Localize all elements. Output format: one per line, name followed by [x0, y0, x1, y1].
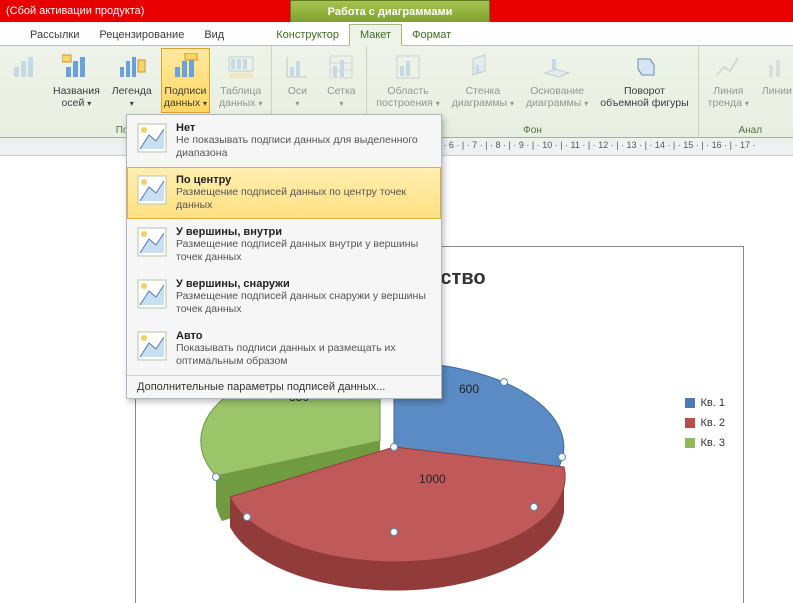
- axes-label: Оси▾: [288, 85, 307, 110]
- plot-area-icon: [392, 51, 424, 83]
- legend-label: Легенда▾: [112, 85, 152, 110]
- rotation-3d-icon: [628, 51, 660, 83]
- data-label-red[interactable]: 1000: [419, 472, 446, 486]
- data-table-button[interactable]: Таблица данных ▾: [216, 48, 265, 113]
- ribbon-group-analysis-name: Анал: [699, 125, 793, 136]
- legend-item[interactable]: Кв. 3: [685, 437, 725, 449]
- chart-option-icon: [136, 174, 168, 206]
- data-labels-dropdown: НетНе показывать подписи данных для выде…: [126, 114, 442, 399]
- chart-tools-header: Работа с диаграммами: [290, 0, 490, 22]
- data-table-icon: [225, 51, 257, 83]
- tab-format[interactable]: Формат: [402, 25, 461, 45]
- chart-wall-icon: [467, 51, 499, 83]
- legend-item[interactable]: Кв. 1: [685, 397, 725, 409]
- legend-icon: [116, 51, 148, 83]
- lines-icon: [761, 51, 793, 83]
- axes-button[interactable]: Оси▾: [278, 48, 316, 113]
- dropdown-more-options[interactable]: Дополнительные параметры подписей данных…: [127, 375, 441, 398]
- rotation-3d-label: Поворот объемной фигуры: [600, 85, 688, 109]
- insert-placeholder-button[interactable]: [6, 48, 44, 113]
- axes-icon: [281, 51, 313, 83]
- data-label-blue[interactable]: 600: [459, 382, 479, 396]
- gridlines-button[interactable]: Сетка▾: [322, 48, 360, 113]
- tab-layout[interactable]: Макет: [349, 24, 402, 46]
- plot-area-label: Область построения ▾: [376, 85, 439, 110]
- chart-floor-button[interactable]: Основание диаграммы ▾: [523, 48, 591, 113]
- chart-legend[interactable]: Кв. 1 Кв. 2 Кв. 3: [685, 397, 725, 457]
- chart-wall-button[interactable]: Стенка диаграммы ▾: [449, 48, 517, 113]
- lines-button[interactable]: Линии: [758, 48, 793, 113]
- chart-option-icon: [136, 330, 168, 362]
- chart-floor-label: Основание диаграммы ▾: [526, 85, 588, 110]
- legend-swatch: [685, 438, 695, 448]
- lines-label: Линии: [762, 85, 792, 97]
- tab-review[interactable]: Рецензирование: [89, 25, 194, 45]
- legend-swatch: [685, 398, 695, 408]
- ribbon-group-analysis: Линия тренда ▾ Линии Анал: [699, 46, 793, 137]
- data-labels-button[interactable]: Подписи данных ▾: [161, 48, 210, 113]
- tab-mailings[interactable]: Рассылки: [20, 25, 89, 45]
- chart-option-icon: [136, 278, 168, 310]
- legend-button[interactable]: Легенда▾: [109, 48, 155, 113]
- dropdown-item-none[interactable]: НетНе показывать подписи данных для выде…: [127, 115, 441, 167]
- activation-status: (Сбой активации продукта): [0, 5, 144, 17]
- trendline-label: Линия тренда ▾: [708, 85, 749, 110]
- trendline-button[interactable]: Линия тренда ▾: [705, 48, 752, 113]
- tab-design[interactable]: Конструктор: [266, 25, 349, 45]
- gridlines-label: Сетка▾: [327, 85, 356, 110]
- chart-option-icon: [136, 122, 168, 154]
- dropdown-item-outside-end[interactable]: У вершины, снаружиРазмещение подписей да…: [127, 271, 441, 323]
- plot-area-button[interactable]: Область построения ▾: [373, 48, 442, 113]
- dropdown-item-inside-end[interactable]: У вершины, внутриРазмещение подписей дан…: [127, 219, 441, 271]
- chart-option-icon: [136, 226, 168, 258]
- axis-titles-label: Названия осей ▾: [53, 85, 100, 110]
- tab-view[interactable]: Вид: [194, 25, 234, 45]
- data-table-label: Таблица данных ▾: [219, 85, 262, 110]
- tabs-row: Рассылки Рецензирование Вид Конструктор …: [0, 22, 793, 46]
- data-labels-icon: [169, 51, 201, 83]
- bar-chart-icon: [9, 51, 41, 83]
- legend-item[interactable]: Кв. 2: [685, 417, 725, 429]
- data-labels-label: Подписи данных ▾: [164, 85, 207, 110]
- axis-titles-icon: [60, 51, 92, 83]
- dropdown-item-auto[interactable]: АвтоПоказывать подписи данных и размещат…: [127, 323, 441, 375]
- chart-floor-icon: [541, 51, 573, 83]
- chart-wall-label: Стенка диаграммы ▾: [452, 85, 514, 110]
- axis-titles-button[interactable]: Названия осей ▾: [50, 48, 103, 113]
- gridlines-icon: [325, 51, 357, 83]
- dropdown-item-center[interactable]: По центруРазмещение подписей данных по ц…: [127, 167, 441, 219]
- trendline-icon: [712, 51, 744, 83]
- rotation-3d-button[interactable]: Поворот объемной фигуры: [597, 48, 691, 113]
- legend-swatch: [685, 418, 695, 428]
